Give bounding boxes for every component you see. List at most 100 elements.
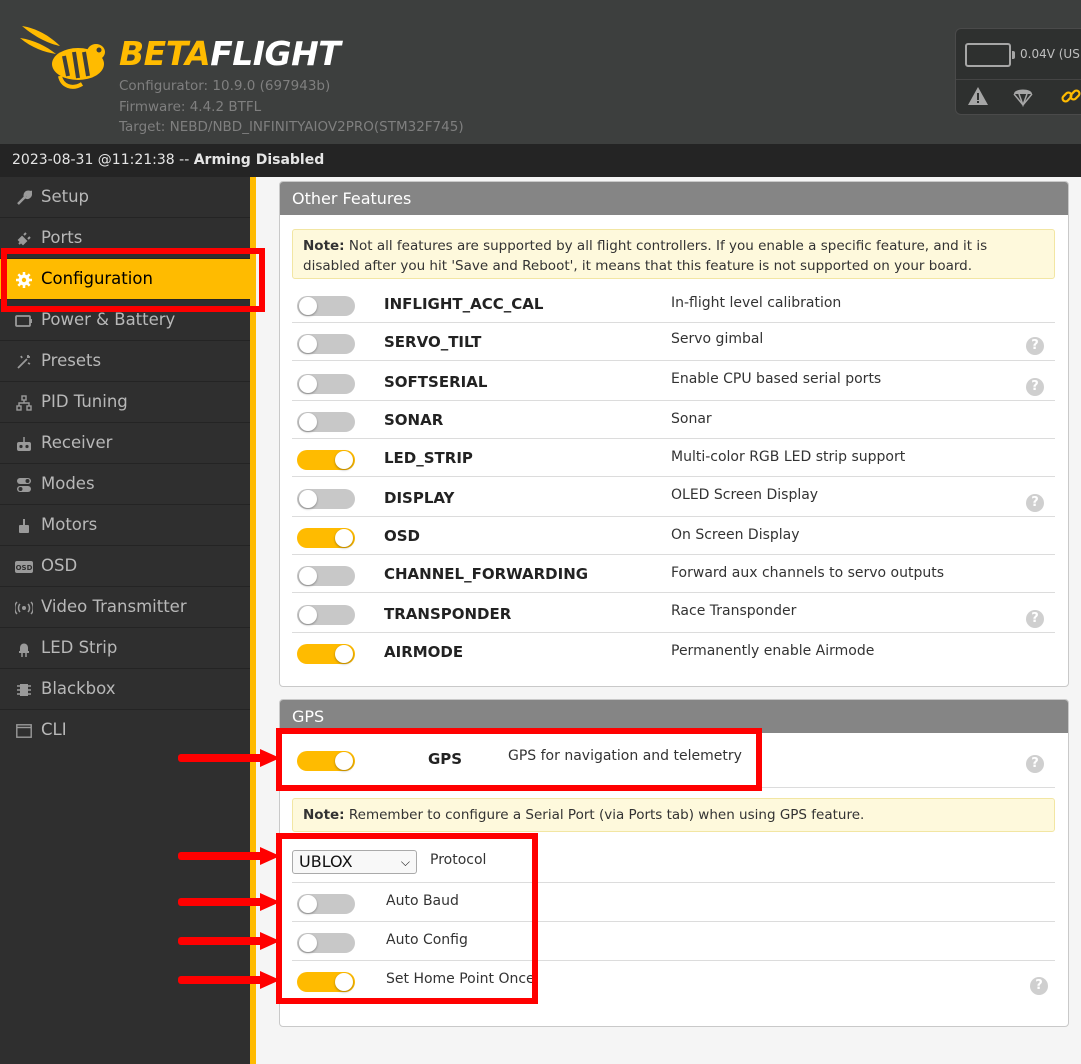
receiver-icon	[14, 434, 34, 454]
feature-description: On Screen Display	[671, 527, 800, 543]
help-icon[interactable]: ?	[1026, 755, 1044, 773]
connection-status-box: 0.04V (USB	[955, 28, 1081, 115]
panel-title: Other Features	[280, 182, 1068, 215]
help-icon[interactable]: ?	[1026, 610, 1044, 628]
other-features-panel: Other Features Note: Not all features ar…	[279, 181, 1069, 687]
feature-row: DISPLAY OLED Screen Display ?	[292, 477, 1055, 517]
feature-toggle[interactable]	[297, 450, 355, 470]
sidebar-item-motors[interactable]: Motors	[0, 505, 250, 546]
feature-row: TRANSPONDER Race Transponder ?	[292, 593, 1055, 633]
sidebar-item-pid-tuning[interactable]: PID Tuning	[0, 382, 250, 423]
toggle-knob	[299, 297, 317, 315]
feature-name: OSD	[384, 527, 421, 545]
toggle-knob	[335, 645, 353, 663]
feature-row: INFLIGHT_ACC_CAL In-flight level calibra…	[292, 285, 1055, 323]
feature-toggle[interactable]	[297, 566, 355, 586]
feature-description: Servo gimbal	[671, 331, 764, 347]
feature-toggle[interactable]	[297, 412, 355, 432]
annotation-box-gps-toggle	[276, 728, 762, 791]
sidebar-item-label: Modes	[41, 474, 95, 493]
feature-row: SONAR Sonar	[292, 401, 1055, 439]
bee-logo-icon	[20, 26, 105, 89]
annotation-arrow	[178, 749, 280, 767]
sidebar-item-label: Power & Battery	[41, 310, 176, 329]
osd-icon: OSD	[14, 557, 34, 577]
app-window: BETAFLIGHT Configurator: 10.9.0 (697943b…	[0, 0, 1081, 1064]
sidebar-item-modes[interactable]: Modes	[0, 464, 250, 505]
feature-toggle[interactable]	[297, 296, 355, 316]
link-icon[interactable]	[1060, 85, 1081, 107]
chip-icon	[14, 680, 34, 700]
feature-description: Race Transponder	[671, 603, 797, 619]
brand-flight: FLIGHT	[210, 34, 341, 73]
antenna-icon	[14, 598, 34, 618]
app-header: BETAFLIGHT Configurator: 10.9.0 (697943b…	[0, 0, 1081, 144]
annotation-box-configuration	[1, 248, 265, 312]
motor-icon	[14, 516, 34, 536]
toggle-icon	[14, 475, 34, 495]
feature-toggle[interactable]	[297, 489, 355, 509]
terminal-icon	[14, 721, 34, 741]
warning-icon	[968, 87, 988, 105]
configurator-version: Configurator: 10.9.0 (697943b)	[119, 78, 331, 94]
feature-row: OSD On Screen Display	[292, 517, 1055, 555]
feature-description: Enable CPU based serial ports	[671, 371, 882, 387]
toggle-knob	[335, 529, 353, 547]
help-icon[interactable]: ?	[1030, 977, 1048, 995]
toggle-knob	[299, 490, 317, 508]
toggle-knob	[299, 413, 317, 431]
annotation-arrow	[178, 932, 280, 950]
annotation-arrow	[178, 847, 280, 865]
help-icon[interactable]: ?	[1026, 494, 1044, 512]
feature-row: LED_STRIP Multi-color RGB LED strip supp…	[292, 439, 1055, 477]
note-label: Note:	[303, 807, 345, 823]
sidebar-item-label: Receiver	[41, 433, 113, 452]
feature-toggle[interactable]	[297, 528, 355, 548]
feature-description: OLED Screen Display	[671, 487, 819, 503]
toggle-knob	[299, 375, 317, 393]
help-icon[interactable]: ?	[1026, 337, 1044, 355]
sidebar-item-setup[interactable]: Setup	[0, 177, 250, 218]
feature-row: CHANNEL_FORWARDING Forward aux channels …	[292, 555, 1055, 593]
feature-row: AIRMODE Permanently enable Airmode	[292, 633, 1055, 671]
sidebar-item-label: Setup	[41, 187, 90, 206]
sidebar-item-label: OSD	[41, 556, 78, 575]
firmware-version: Firmware: 4.4.2 BTFL	[119, 98, 262, 115]
annotation-arrow	[178, 893, 280, 911]
sidebar-item-label: Blackbox	[41, 679, 116, 698]
sitemap-icon	[14, 393, 34, 413]
plug-icon	[14, 229, 34, 249]
sidebar-item-led-strip[interactable]: LED Strip	[0, 628, 250, 669]
status-timestamp: 2023-08-31 @11:21:38 --	[12, 152, 194, 168]
feature-row: SOFTSERIAL Enable CPU based serial ports…	[292, 361, 1055, 401]
sidebar-item-cli[interactable]: CLI	[0, 710, 250, 751]
feature-toggle[interactable]	[297, 605, 355, 625]
battery-icon	[965, 43, 1015, 67]
brand-logo-text: BETAFLIGHT	[119, 34, 341, 73]
feature-toggle[interactable]	[297, 374, 355, 394]
help-icon[interactable]: ?	[1026, 378, 1044, 396]
feature-description: Multi-color RGB LED strip support	[671, 449, 906, 465]
feature-toggle[interactable]	[297, 644, 355, 664]
feature-name: SONAR	[384, 411, 444, 429]
feature-description: Permanently enable Airmode	[671, 643, 875, 659]
feature-name: SERVO_TILT	[384, 333, 482, 351]
feature-name: TRANSPONDER	[384, 605, 512, 623]
sidebar-item-blackbox[interactable]: Blackbox	[0, 669, 250, 710]
feature-toggle[interactable]	[297, 334, 355, 354]
feature-description: Sonar	[671, 411, 712, 427]
feature-description: Forward aux channels to servo outputs	[671, 565, 945, 581]
sidebar-item-osd[interactable]: OSD OSD	[0, 546, 250, 587]
feature-name: INFLIGHT_ACC_CAL	[384, 295, 544, 313]
sidebar-item-presets[interactable]: Presets	[0, 341, 250, 382]
magic-wand-icon	[14, 352, 34, 372]
target-board: Target: NEBD/NBD_INFINITYAIOV2PRO(STM32F…	[119, 119, 464, 135]
sidebar-item-video-transmitter[interactable]: Video Transmitter	[0, 587, 250, 628]
sidebar-item-receiver[interactable]: Receiver	[0, 423, 250, 464]
feature-name: SOFTSERIAL	[384, 373, 488, 391]
status-divider	[956, 79, 1081, 80]
battery-icon	[14, 311, 34, 331]
sidebar-item-label: Motors	[41, 515, 98, 534]
sidebar-item-label: Presets	[41, 351, 102, 370]
note-text: Remember to configure a Serial Port (via…	[344, 807, 865, 823]
